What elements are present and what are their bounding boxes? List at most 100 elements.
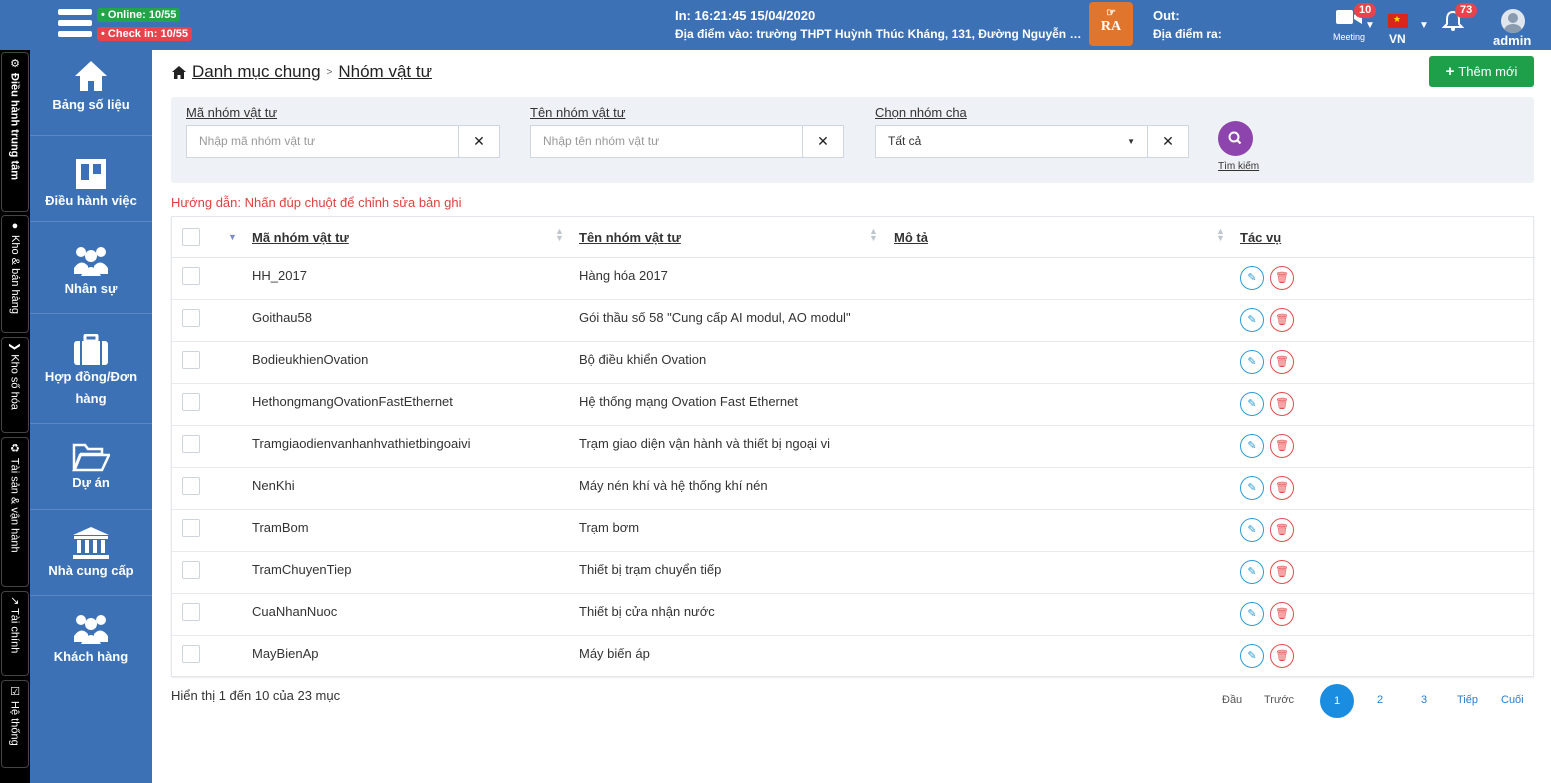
search-button[interactable]	[1218, 121, 1253, 156]
filter-name: Tên nhóm vật tư Nhập tên nhóm vật tư ✕	[530, 105, 844, 158]
avatar[interactable]	[1501, 9, 1525, 33]
row-checkbox[interactable]	[182, 351, 200, 369]
sidebar-item-label: Khách hàng	[53, 649, 129, 664]
sidebar-item-tasks[interactable]: Điều hành việc	[30, 136, 152, 222]
vietnam-flag-icon[interactable]	[1388, 14, 1408, 28]
tab-kho-ban-hang[interactable]: ● Kho & bán hàng	[1, 215, 29, 333]
page-2[interactable]: 2	[1377, 694, 1383, 706]
row-checkbox[interactable]	[182, 309, 200, 327]
code-input[interactable]: Nhập mã nhóm vật tư	[186, 125, 459, 158]
parent-group-select[interactable]: Tất cả ▼	[875, 125, 1148, 158]
row-checkbox[interactable]	[182, 519, 200, 537]
sidebar-item-contracts[interactable]: Hợp đồng/Đơn hàng	[30, 314, 152, 424]
sidebar-item-dashboard[interactable]: Bảng số liệu	[30, 50, 152, 136]
menu-toggle-icon[interactable]	[58, 9, 92, 41]
trash-icon[interactable]: 🗑	[1270, 434, 1294, 458]
sidebar-item-customers[interactable]: Khách hàng	[30, 596, 152, 682]
table-row[interactable]: NenKhi Máy nén khí và hệ thống khí nén ✎…	[172, 468, 1535, 510]
sidebar-item-personnel[interactable]: Nhân sự	[30, 222, 152, 314]
edit-icon[interactable]: ✎	[1240, 560, 1264, 584]
row-checkbox[interactable]	[182, 435, 200, 453]
table-row[interactable]: CuaNhanNuoc Thiết bị cửa nhận nước ✎ 🗑	[172, 594, 1535, 636]
table-row[interactable]: HethongmangOvationFastEthernet Hệ thống …	[172, 384, 1535, 426]
trash-icon[interactable]: 🗑	[1270, 644, 1294, 668]
trash-icon[interactable]: 🗑	[1270, 392, 1294, 416]
edit-icon[interactable]: ✎	[1240, 266, 1264, 290]
trash-icon[interactable]: 🗑	[1270, 518, 1294, 542]
sort-icon[interactable]: ▲ ▼	[1216, 227, 1225, 243]
row-checkbox[interactable]	[182, 267, 200, 285]
top-bar: • Online: 10/55 • Check in: 10/55 In: 16…	[0, 0, 1551, 50]
trash-icon[interactable]: 🗑	[1270, 350, 1294, 374]
tab-dieu-hanh-trung-tam[interactable]: ⚙ Điều hành trung tâm	[1, 52, 29, 212]
chevron-down-icon[interactable]: ▼	[1419, 20, 1429, 31]
trash-icon[interactable]: 🗑	[1270, 560, 1294, 584]
edit-icon[interactable]: ✎	[1240, 308, 1264, 332]
edit-icon[interactable]: ✎	[1240, 392, 1264, 416]
users-icon	[74, 247, 108, 276]
row-code: HH_2017	[252, 268, 307, 283]
select-all-checkbox[interactable]	[182, 228, 200, 246]
sort-icon[interactable]: ▲ ▼	[555, 227, 564, 243]
edit-icon[interactable]: ✎	[1240, 434, 1264, 458]
username[interactable]: admin	[1493, 33, 1531, 48]
row-checkbox[interactable]	[182, 393, 200, 411]
language-label[interactable]: VN	[1389, 32, 1406, 46]
tab-he-thong[interactable]: ☑ Hệ thống	[1, 680, 29, 768]
checkin-time: In: 16:21:45 15/04/2020	[675, 8, 816, 23]
checkin-badge: • Check in: 10/55	[97, 27, 193, 41]
sort-desc-icon[interactable]: ▼	[228, 232, 237, 242]
edit-icon[interactable]: ✎	[1240, 644, 1264, 668]
page-next[interactable]: Tiếp	[1457, 694, 1478, 706]
trash-icon[interactable]: 🗑	[1270, 266, 1294, 290]
table-row[interactable]: Tramgiaodienvanhanhvathietbingoaivi Trạm…	[172, 426, 1535, 468]
header-code[interactable]: Mã nhóm vật tư	[252, 230, 349, 245]
header-description[interactable]: Mô tả	[894, 230, 928, 245]
row-checkbox[interactable]	[182, 645, 200, 663]
checkout-button[interactable]: ☞ RA	[1089, 2, 1133, 46]
table-row[interactable]: TramChuyenTiep Thiết bị trạm chuyển tiếp…	[172, 552, 1535, 594]
tab-tai-chinh[interactable]: ↗ Tài chính	[1, 591, 29, 676]
sidebar-item-suppliers[interactable]: Nhà cung cấp	[30, 510, 152, 596]
breadcrumb-current[interactable]: Nhóm vật tư	[338, 62, 432, 82]
page-last[interactable]: Cuối	[1501, 694, 1524, 706]
plus-icon: +	[1445, 63, 1455, 80]
meeting-label: Meeting	[1332, 32, 1366, 42]
clear-icon[interactable]: ✕	[803, 125, 844, 158]
search-label[interactable]: Tìm kiếm	[1218, 161, 1259, 172]
page-3[interactable]: 3	[1421, 694, 1427, 706]
edit-icon[interactable]: ✎	[1240, 476, 1264, 500]
trash-icon[interactable]: 🗑	[1270, 602, 1294, 626]
table-row[interactable]: TramBom Trạm bơm ✎ 🗑	[172, 510, 1535, 552]
tab-tai-san-van-hanh[interactable]: ♻ Tài sản & vận hành	[1, 437, 29, 587]
notification-count-badge: 73	[1455, 3, 1478, 18]
row-checkbox[interactable]	[182, 477, 200, 495]
trash-icon[interactable]: 🗑	[1270, 476, 1294, 500]
row-checkbox[interactable]	[182, 603, 200, 621]
tab-kho-so-hoa[interactable]: ❯ Kho số hóa	[1, 337, 29, 433]
edit-icon[interactable]: ✎	[1240, 350, 1264, 374]
add-new-button[interactable]: + Thêm mới	[1429, 56, 1534, 87]
row-checkbox[interactable]	[182, 561, 200, 579]
table-row[interactable]: MayBienAp Máy biến áp ✎ 🗑	[172, 636, 1535, 678]
trash-icon[interactable]: 🗑	[1270, 308, 1294, 332]
filter-code: Mã nhóm vật tư Nhập mã nhóm vật tư ✕	[186, 105, 500, 158]
page-prev[interactable]: Trước	[1264, 694, 1294, 706]
table-row[interactable]: BodieukhienOvation Bộ điều khiển Ovation…	[172, 342, 1535, 384]
name-input[interactable]: Nhập tên nhóm vật tư	[530, 125, 803, 158]
sort-icon[interactable]: ▲ ▼	[869, 227, 878, 243]
clear-icon[interactable]: ✕	[459, 125, 500, 158]
breadcrumb-root[interactable]: Danh mục chung	[192, 62, 321, 82]
sidebar-item-projects[interactable]: Dự án	[30, 424, 152, 510]
row-name: Bộ điều khiển Ovation	[579, 352, 707, 367]
header-name[interactable]: Tên nhóm vật tư	[579, 230, 681, 245]
clear-icon[interactable]: ✕	[1148, 125, 1189, 158]
page-1[interactable]: 1	[1320, 684, 1354, 718]
edit-icon[interactable]: ✎	[1240, 518, 1264, 542]
chevron-down-icon[interactable]: ▼	[1365, 20, 1375, 31]
table-row[interactable]: HH_2017 Hàng hóa 2017 ✎ 🗑	[172, 258, 1535, 300]
edit-icon[interactable]: ✎	[1240, 602, 1264, 626]
table-row[interactable]: Goithau58 Gói thầu số 58 "Cung cấp AI mo…	[172, 300, 1535, 342]
home-icon[interactable]	[172, 65, 186, 79]
page-first[interactable]: Đầu	[1222, 694, 1242, 706]
